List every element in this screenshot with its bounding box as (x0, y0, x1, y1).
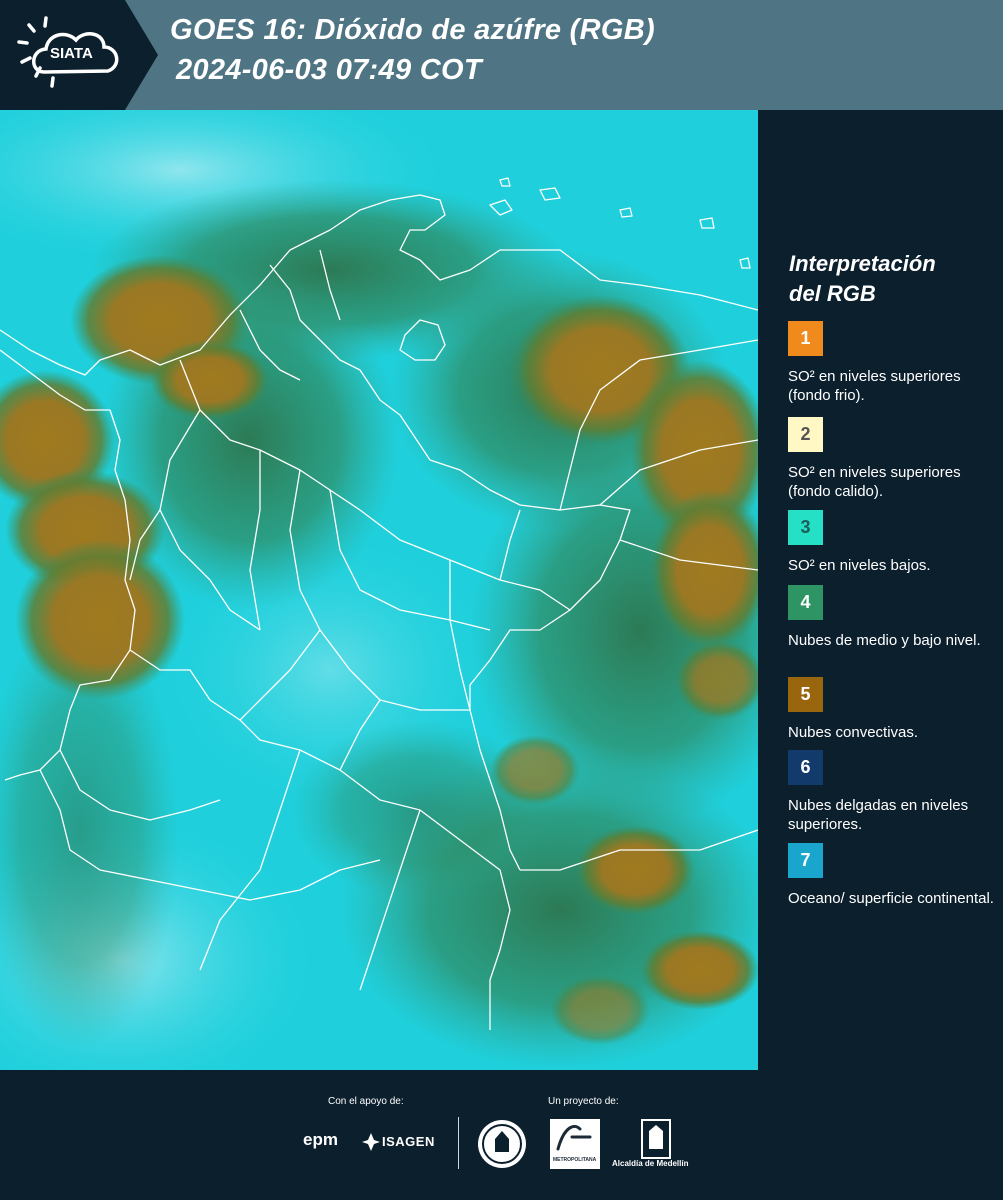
project-label: Un proyecto de: (548, 1096, 619, 1107)
legend-item: 1 SO² en niveles superiores (fondo frio)… (788, 321, 998, 405)
legend-swatch: 3 (788, 510, 823, 545)
legend-item: 2 SO² en niveles superiores (fondo calid… (788, 417, 998, 501)
header-bar: SIATA GOES 16: Dióxido de azúfre (RGB) 2… (0, 0, 1003, 110)
seal-icon (478, 1120, 526, 1168)
legend-label: Oceano/ superficie continental. (788, 890, 994, 907)
legend-swatch: 1 (788, 321, 823, 356)
legend-swatch: 2 (788, 417, 823, 452)
footer-divider (458, 1117, 459, 1169)
legend-label: Nubes convectivas. (788, 724, 919, 741)
alcaldia-logo: Alcaldía de Medellín (612, 1159, 689, 1168)
legend-title-line2: del RGB (789, 281, 876, 306)
legend-item: 3 SO² en niveles bajos. (788, 510, 998, 575)
isagen-logo: ISAGEN (382, 1134, 435, 1149)
legend-title-line1: Interpretación (789, 251, 936, 276)
legend-title: Interpretación del RGB (789, 249, 989, 309)
legend-item: 7 Oceano/ superficie continental. (788, 843, 998, 908)
isagen-logo-icon (362, 1133, 380, 1151)
epm-logo: epm (303, 1130, 338, 1149)
satellite-map (0, 110, 758, 1070)
support-label: Con el apoyo de: (328, 1096, 404, 1107)
legend-label: SO² en niveles bajos. (788, 557, 931, 574)
page-timestamp: 2024-06-03 07:49 COT (176, 54, 482, 86)
legend-label: Nubes delgadas en niveles superiores. (788, 797, 969, 833)
legend-label: Nubes de medio y bajo nivel. (788, 632, 981, 649)
legend-label: SO² en niveles superiores (fondo frio). (788, 368, 961, 404)
legend-item: 6 Nubes delgadas en niveles superiores. (788, 750, 998, 834)
metropolitana-logo-text: METROPOLITANA (553, 1157, 597, 1163)
legend-swatch: 6 (788, 750, 823, 785)
page-title: GOES 16: Dióxido de azúfre (RGB) (170, 14, 655, 46)
legend-swatch: 4 (788, 585, 823, 620)
siata-logo-text: SIATA (50, 45, 93, 62)
siata-logo: SIATA (0, 0, 160, 110)
alcaldia-shield-icon (641, 1119, 671, 1159)
legend-label: SO² en niveles superiores (fondo calido)… (788, 464, 961, 500)
legend-item: 4 Nubes de medio y bajo nivel. (788, 585, 998, 650)
legend-swatch: 7 (788, 843, 823, 878)
legend-item: 5 Nubes convectivas. (788, 677, 998, 742)
legend-panel: Interpretación del RGB 1 SO² en niveles … (760, 110, 1003, 1070)
legend-swatch: 5 (788, 677, 823, 712)
footer: Con el apoyo de: Un proyecto de: epm ISA… (0, 1070, 1003, 1200)
